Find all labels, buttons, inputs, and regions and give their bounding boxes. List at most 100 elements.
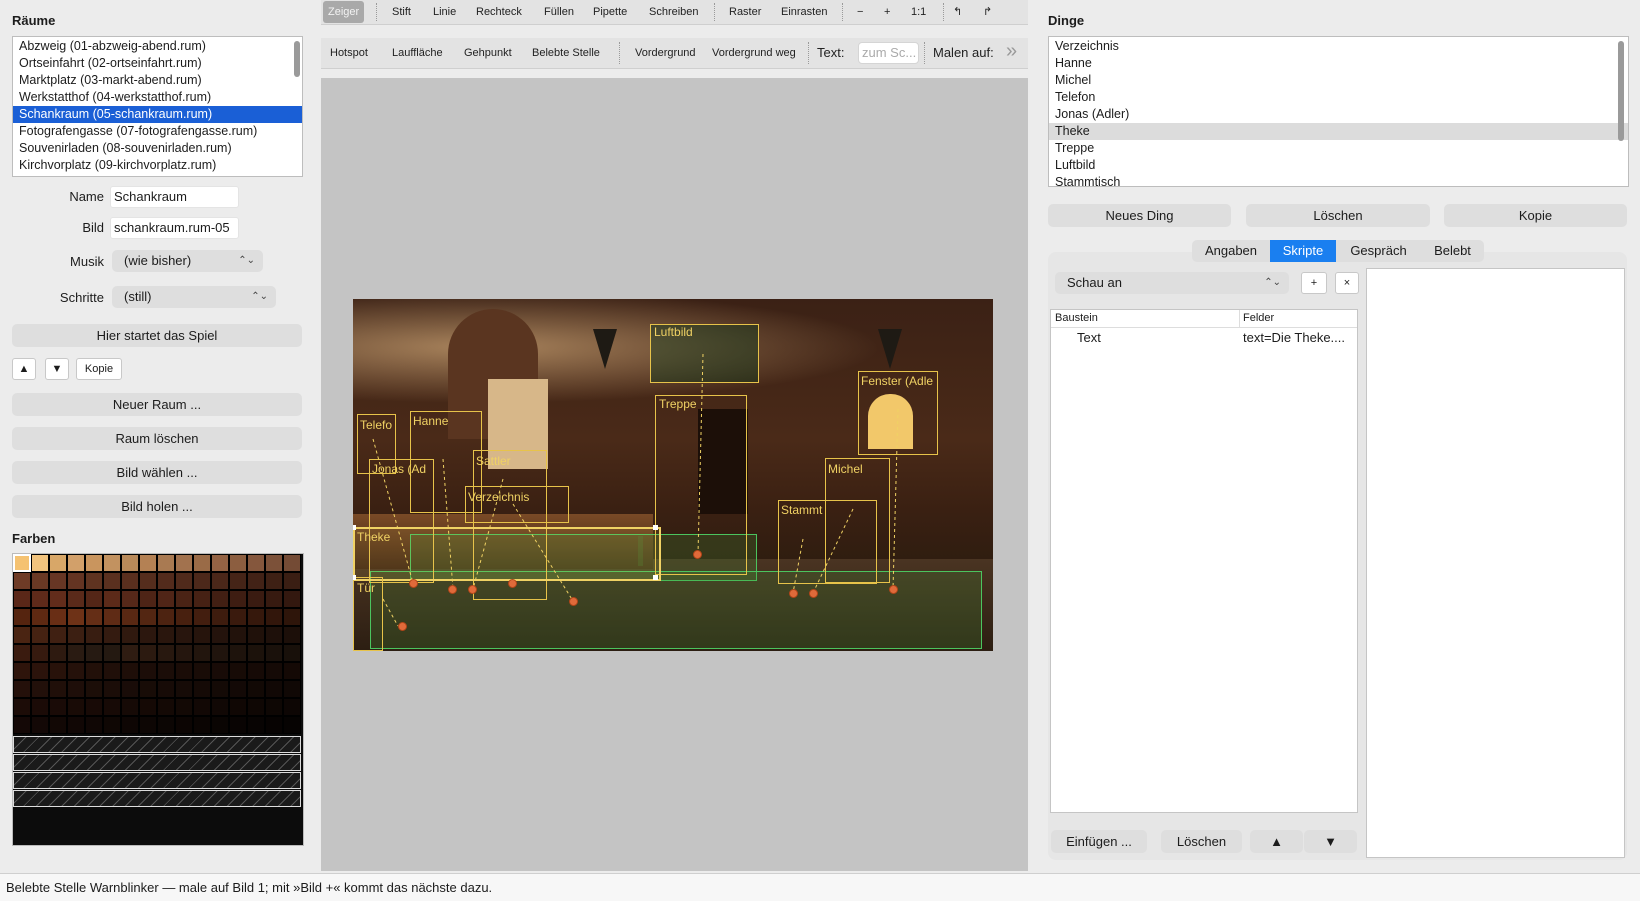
color-swatch[interactable] bbox=[13, 644, 31, 662]
color-swatch[interactable] bbox=[67, 644, 85, 662]
color-swatch[interactable] bbox=[103, 554, 121, 572]
color-swatch[interactable] bbox=[139, 590, 157, 608]
script-event-select[interactable]: Schau an ⌃⌄ bbox=[1055, 272, 1289, 294]
color-swatch[interactable] bbox=[265, 716, 283, 734]
color-swatch[interactable] bbox=[247, 680, 265, 698]
color-swatch[interactable] bbox=[265, 572, 283, 590]
fetch-image-button[interactable]: Bild holen ... bbox=[12, 495, 302, 518]
color-swatch[interactable] bbox=[157, 590, 175, 608]
color-swatch[interactable] bbox=[175, 554, 193, 572]
room-list-item[interactable]: Fotografengasse (07-fotografengasse.rum) bbox=[13, 123, 302, 140]
rooms-scrollbar[interactable] bbox=[294, 41, 300, 77]
tool-redo-button[interactable]: ↱ bbox=[983, 1, 992, 23]
tool-linie-button[interactable]: Linie bbox=[433, 1, 456, 23]
color-swatch[interactable] bbox=[157, 572, 175, 590]
tool-zeiger-button[interactable]: Zeiger bbox=[323, 1, 365, 23]
color-swatch[interactable] bbox=[103, 590, 121, 608]
color-swatch[interactable] bbox=[211, 662, 229, 680]
color-swatch[interactable] bbox=[265, 698, 283, 716]
color-swatch[interactable] bbox=[211, 680, 229, 698]
musik-select[interactable]: (wie bisher) ⌃⌄ bbox=[112, 250, 263, 272]
choose-image-button[interactable]: Bild wählen ... bbox=[12, 461, 302, 484]
tab-gespräch[interactable]: Gespräch bbox=[1336, 240, 1421, 262]
thing-list-item[interactable]: Telefon bbox=[1049, 89, 1628, 106]
tool-schreiben-button[interactable]: Schreiben bbox=[649, 1, 699, 23]
color-swatch[interactable] bbox=[211, 644, 229, 662]
color-swatch[interactable] bbox=[67, 590, 85, 608]
color-swatch[interactable] bbox=[67, 626, 85, 644]
room-list-item[interactable]: Schankraum (05-schankraum.rum) bbox=[13, 106, 302, 123]
color-swatch[interactable] bbox=[211, 608, 229, 626]
tool-füllen-button[interactable]: Füllen bbox=[544, 1, 574, 23]
room-list-item[interactable]: Kirchvorplatz (09-kirchvorplatz.rum) bbox=[13, 157, 302, 174]
color-swatch[interactable] bbox=[175, 608, 193, 626]
walk-point[interactable] bbox=[448, 585, 457, 594]
color-swatch[interactable] bbox=[139, 680, 157, 698]
color-swatch[interactable] bbox=[67, 662, 85, 680]
color-swatch[interactable] bbox=[175, 644, 193, 662]
color-swatch[interactable] bbox=[31, 644, 49, 662]
color-swatch[interactable] bbox=[229, 716, 247, 734]
color-swatch[interactable] bbox=[103, 572, 121, 590]
color-swatch[interactable] bbox=[31, 590, 49, 608]
delete-room-button[interactable]: Raum löschen bbox=[12, 427, 302, 450]
color-swatch[interactable] bbox=[193, 590, 211, 608]
color-swatch[interactable] bbox=[175, 662, 193, 680]
color-swatch[interactable] bbox=[121, 716, 139, 734]
table-row[interactable]: Text text=Die Theke.... bbox=[1051, 330, 1357, 348]
room-list-item[interactable]: Werkstatthof (04-werkstatthof.rum) bbox=[13, 89, 302, 106]
walk-point[interactable] bbox=[569, 597, 578, 606]
layer-belebte-stelle-button[interactable]: Belebte Stelle bbox=[532, 42, 600, 64]
walk-point[interactable] bbox=[398, 622, 407, 631]
walk-point[interactable] bbox=[693, 550, 702, 559]
color-swatch[interactable] bbox=[211, 716, 229, 734]
thing-list-item[interactable]: Theke bbox=[1049, 123, 1628, 140]
color-swatch[interactable] bbox=[139, 662, 157, 680]
color-swatch[interactable] bbox=[283, 716, 301, 734]
color-swatch[interactable] bbox=[67, 554, 85, 572]
copy-thing-button[interactable]: Kopie bbox=[1444, 204, 1627, 227]
color-swatch[interactable] bbox=[193, 572, 211, 590]
color-swatch[interactable] bbox=[247, 644, 265, 662]
color-swatch[interactable] bbox=[211, 698, 229, 716]
color-swatch[interactable] bbox=[247, 572, 265, 590]
tool-einrasten-button[interactable]: Einrasten bbox=[781, 1, 827, 23]
color-swatch[interactable] bbox=[13, 716, 31, 734]
color-swatch[interactable] bbox=[13, 698, 31, 716]
color-swatch[interactable] bbox=[283, 662, 301, 680]
color-swatch[interactable] bbox=[49, 716, 67, 734]
color-swatch[interactable] bbox=[13, 680, 31, 698]
color-swatch[interactable] bbox=[121, 662, 139, 680]
color-swatch[interactable] bbox=[121, 608, 139, 626]
color-swatch[interactable] bbox=[265, 680, 283, 698]
tool-zoom-out-button[interactable]: − bbox=[857, 1, 863, 23]
color-swatch[interactable] bbox=[175, 698, 193, 716]
color-swatch[interactable] bbox=[229, 590, 247, 608]
color-swatch[interactable] bbox=[121, 680, 139, 698]
thing-list-item[interactable]: Treppe bbox=[1049, 140, 1628, 157]
color-swatch[interactable] bbox=[193, 554, 211, 572]
room-image[interactable]: Luftbild Treppe Fenster (Adle Telefo Han… bbox=[353, 299, 993, 651]
room-list-item[interactable]: Souvenirladen (08-souvenirladen.rum) bbox=[13, 140, 302, 157]
layer-vordergrund-weg-button[interactable]: Vordergrund weg bbox=[712, 42, 796, 64]
color-swatch[interactable] bbox=[103, 608, 121, 626]
thing-list-item[interactable]: Stammtisch bbox=[1049, 174, 1628, 186]
color-swatch[interactable] bbox=[31, 716, 49, 734]
color-swatch[interactable] bbox=[157, 644, 175, 662]
color-swatch[interactable] bbox=[175, 626, 193, 644]
color-swatch[interactable] bbox=[85, 716, 103, 734]
layer-lauffläche-button[interactable]: Lauffläche bbox=[392, 42, 443, 64]
color-swatch[interactable] bbox=[13, 662, 31, 680]
color-swatch[interactable] bbox=[283, 644, 301, 662]
color-swatch[interactable] bbox=[283, 626, 301, 644]
color-swatch[interactable] bbox=[103, 698, 121, 716]
color-swatch[interactable] bbox=[49, 680, 67, 698]
color-swatch[interactable] bbox=[103, 626, 121, 644]
color-swatch[interactable] bbox=[67, 608, 85, 626]
walk-point[interactable] bbox=[468, 585, 477, 594]
color-swatch[interactable] bbox=[265, 608, 283, 626]
color-swatch[interactable] bbox=[157, 626, 175, 644]
walk-point[interactable] bbox=[409, 579, 418, 588]
color-swatch[interactable] bbox=[211, 590, 229, 608]
color-swatch[interactable] bbox=[85, 680, 103, 698]
